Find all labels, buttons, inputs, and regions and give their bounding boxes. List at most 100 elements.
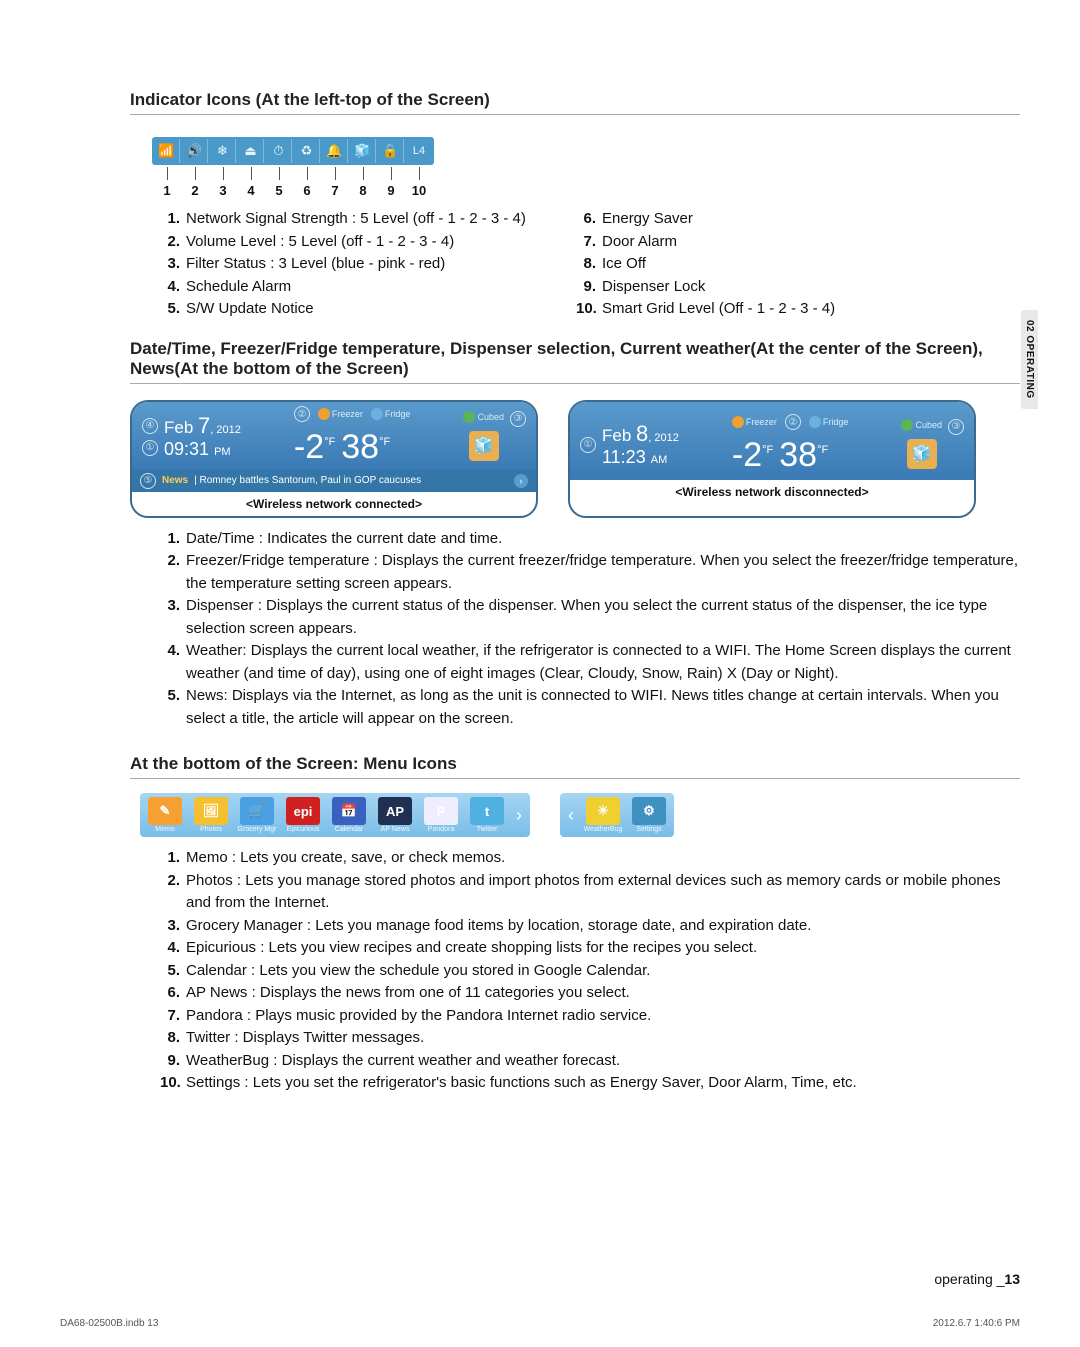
list-num: 4. [160,937,186,960]
indicator-icon-4: ⏏ [238,139,264,163]
list-num: 5. [160,298,186,321]
list-text: Network Signal Strength : 5 Level (off -… [186,208,526,231]
list-item: 8.Ice Off [576,253,966,276]
print-right: 2012.6.7 1:40:6 PM [933,1318,1020,1329]
list-num: 6. [576,208,602,231]
list-text: Pandora : Plays music provided by the Pa… [186,1005,651,1028]
menu-bar-2: ‹☀WeatherBug⚙Settings [560,793,674,837]
print-footer: DA68-02500B.indb 13 2012.6.7 1:40:6 PM [60,1318,1020,1329]
list-num: 1. [160,208,186,231]
annot-3: ③ [510,411,526,427]
indicator-legend: 1.Network Signal Strength : 5 Level (off… [160,208,1020,321]
list-num: 9. [576,276,602,299]
annot-4: ④ [142,418,158,434]
app-twitter[interactable]: tTwitter [466,797,508,833]
list-num: 7. [160,1005,186,1028]
indicator-num-1: 1 [154,183,180,198]
indicator-num-6: 6 [294,183,320,198]
list-item: 5.Calendar : Lets you view the schedule … [160,960,1020,983]
card-disconnected: ① Feb 8, 2012 11:23 AM Freezer ② Fridge … [568,400,976,518]
cubed-label2: Cubed [915,420,942,430]
app-label: WeatherBug [584,826,623,833]
list-num: 3. [160,915,186,938]
app-epicurious[interactable]: epiEpicurious [282,797,324,833]
list-num: 10. [160,1072,186,1095]
list-text: Ice Off [602,253,646,276]
list-item: 2.Freezer/Fridge temperature : Displays … [160,550,1020,595]
app-tile: 🛒 [240,797,274,825]
display-cards-row: ④ ① Feb 7, 2012 09:31 PM ② Freezer Fridg… [130,398,1020,520]
list-num: 2. [160,231,186,254]
temp-labels: ② Freezer Fridge [294,406,411,422]
list-num: 8. [576,253,602,276]
annot-2b: ② [785,414,801,430]
indicator-icon-9: 🔒 [378,139,404,163]
list-item: 9.WeatherBug : Displays the current weat… [160,1050,1020,1073]
app-grocery-mgr[interactable]: 🛒Grocery Mgr [236,797,278,833]
app-weatherbug[interactable]: ☀WeatherBug [582,797,624,833]
app-calendar[interactable]: 📅Calendar [328,797,370,833]
list-num: 9. [160,1050,186,1073]
app-pandora[interactable]: PPandora [420,797,462,833]
indicator-num-8: 8 [350,183,376,198]
list-text: News: Displays via the Internet, as long… [186,685,1020,730]
list-num: 7. [576,231,602,254]
nav-next-icon[interactable]: › [512,805,526,826]
list-text: Calendar : Lets you view the schedule yo… [186,960,650,983]
section3-title: At the bottom of the Screen: Menu Icons [130,754,1020,779]
list-text: Settings : Lets you set the refrigerator… [186,1072,857,1095]
section3-list: 1.Memo : Lets you create, save, or check… [160,847,1020,1095]
datetime-block: Feb 7, 2012 09:31 PM [164,413,241,460]
list-text: Filter Status : 3 Level (blue - pink - r… [186,253,445,276]
list-text: Photos : Lets you manage stored photos a… [186,870,1020,915]
list-item: 6.AP News : Displays the news from one o… [160,982,1020,1005]
indicator-num-2: 2 [182,183,208,198]
news-arrow-icon: › [514,474,528,488]
cubed-label: Cubed [477,412,504,422]
list-text: Grocery Manager : Lets you manage food i… [186,915,811,938]
app-tile: ⚙ [632,797,666,825]
app-settings[interactable]: ⚙Settings [628,797,670,833]
app-memo[interactable]: ✎Memo [144,797,186,833]
fridge-label2: Fridge [823,417,849,427]
list-text: S/W Update Notice [186,298,314,321]
list-num: 8. [160,1027,186,1050]
list-text: Twitter : Displays Twitter messages. [186,1027,424,1050]
dispenser-icon2: 🧊 [907,439,937,469]
list-num: 3. [160,595,186,640]
list-item: 5.S/W Update Notice [160,298,550,321]
list-text: Epicurious : Lets you view recipes and c… [186,937,757,960]
list-item: 1.Date/Time : Indicates the current date… [160,528,1020,551]
list-item: 4.Schedule Alarm [160,276,550,299]
app-photos[interactable]: 🖼Photos [190,797,232,833]
list-item: 7.Door Alarm [576,231,966,254]
page-footer: operating _13 [934,1271,1020,1287]
section2-list: 1.Date/Time : Indicates the current date… [160,528,1020,731]
freezer-label: Freezer [332,409,363,419]
list-item: 10.Settings : Lets you set the refrigera… [160,1072,1020,1095]
list-item: 6.Energy Saver [576,208,966,231]
section-indicator-icons: Indicator Icons (At the left-top of the … [130,90,1020,321]
list-item: 1.Memo : Lets you create, save, or check… [160,847,1020,870]
indicator-num-4: 4 [238,183,264,198]
section-menu-icons: At the bottom of the Screen: Menu Icons … [130,754,1020,1095]
nav-prev-icon[interactable]: ‹ [564,805,578,826]
list-num: 5. [160,685,186,730]
indicator-num-7: 7 [322,183,348,198]
app-ap-news[interactable]: APAP News [374,797,416,833]
app-label: AP News [381,826,410,833]
menu-bar-1: ✎Memo🖼Photos🛒Grocery MgrepiEpicurious📅Ca… [140,793,530,837]
annot-1: ① [142,440,158,456]
list-item: 8.Twitter : Displays Twitter messages. [160,1027,1020,1050]
section-display: Date/Time, Freezer/Fridge temperature, D… [130,339,1020,731]
news-label: News [162,475,188,486]
list-num: 2. [160,550,186,595]
list-item: 3.Dispenser : Displays the current statu… [160,595,1020,640]
side-tab: 02 OPERATING [1021,310,1038,409]
annot-5: ⑤ [140,473,156,489]
list-text: Freezer/Fridge temperature : Displays th… [186,550,1020,595]
app-tile: AP [378,797,412,825]
list-text: Energy Saver [602,208,693,231]
list-num: 4. [160,640,186,685]
indicator-icon-1: 📶 [154,139,180,163]
